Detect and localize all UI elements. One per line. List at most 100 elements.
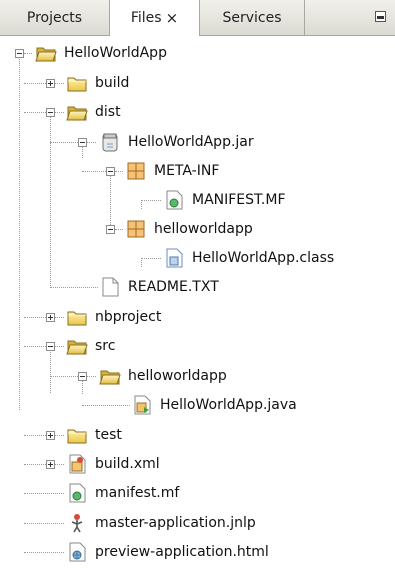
tab-files[interactable]: Files × xyxy=(110,0,200,36)
tree-guide-line xyxy=(55,83,64,84)
tree-guide-line xyxy=(141,200,161,201)
tree-node-class-file[interactable]: HelloWorldApp.class xyxy=(0,245,395,271)
tree-label: master-application.jnlp xyxy=(95,515,256,531)
close-icon[interactable]: × xyxy=(166,9,179,27)
tree-guide-line xyxy=(115,229,123,230)
tree-node-test-folder[interactable]: test xyxy=(0,422,395,448)
tree-label: helloworldapp xyxy=(154,221,253,237)
tree-label: HelloWorldApp xyxy=(64,45,167,61)
tree-label: HelloWorldApp.class xyxy=(192,250,335,266)
tree-guide-line xyxy=(24,53,32,54)
tree-guide-line xyxy=(24,83,46,84)
tree-guide-line xyxy=(24,464,46,465)
tree-node-meta-inf-package[interactable]: META-INF xyxy=(0,158,395,184)
tree-node-nbproject-folder[interactable]: nbproject xyxy=(0,304,395,330)
folder-icon xyxy=(67,429,87,444)
tree-guide-line xyxy=(50,287,98,288)
open-folder-icon xyxy=(99,370,121,385)
collapse-icon[interactable] xyxy=(106,167,115,176)
open-folder-icon xyxy=(66,106,88,121)
tree-guide-line xyxy=(55,346,64,347)
collapse-icon[interactable] xyxy=(106,225,115,234)
expand-icon[interactable] xyxy=(46,460,55,469)
tree-guide-line xyxy=(24,112,46,113)
tree-guide-line xyxy=(141,258,161,259)
tree-node-helloworldapp-package[interactable]: helloworldapp xyxy=(0,216,395,242)
jnlp-icon xyxy=(71,514,83,533)
tree-label: MANIFEST.MF xyxy=(192,192,286,208)
package-icon xyxy=(127,162,145,180)
tree-guide-line xyxy=(50,376,78,377)
explorer-tab-bar: Projects Files × Services xyxy=(0,0,395,36)
tab-files-label: Files xyxy=(130,10,162,26)
tree-guide-line xyxy=(24,346,46,347)
collapse-icon[interactable] xyxy=(15,49,24,58)
tree-node-manifest-mf-file[interactable]: MANIFEST.MF xyxy=(0,187,395,213)
manifest-icon xyxy=(166,190,183,210)
ant-build-icon xyxy=(69,454,86,474)
collapse-icon[interactable] xyxy=(46,108,55,117)
collapse-icon[interactable] xyxy=(78,372,87,381)
java-file-icon xyxy=(134,395,151,415)
tree-node-build-folder[interactable]: build xyxy=(0,70,395,96)
file-tree: HelloWorldApp build dist HelloWorldApp.j… xyxy=(0,36,395,572)
tree-guide-line xyxy=(87,376,96,377)
html-file-icon xyxy=(69,542,86,562)
tree-label: build xyxy=(95,75,130,91)
tree-guide-line xyxy=(82,405,130,406)
tree-node-jar-file[interactable]: HelloWorldApp.jar xyxy=(0,129,395,155)
tab-services-label: Services xyxy=(222,9,282,26)
tab-projects-label: Projects xyxy=(26,9,83,26)
tree-node-src-folder[interactable]: src xyxy=(0,333,395,359)
open-folder-icon xyxy=(35,47,57,62)
collapse-icon[interactable] xyxy=(78,138,87,147)
tree-label: preview-application.html xyxy=(95,544,269,560)
tree-guide-line xyxy=(24,552,64,553)
tab-services[interactable]: Services xyxy=(200,0,305,35)
expand-icon[interactable] xyxy=(46,79,55,88)
tree-label: build.xml xyxy=(95,456,160,472)
tree-guide-line xyxy=(24,435,46,436)
minimize-window-button[interactable] xyxy=(375,11,386,22)
tree-guide-line xyxy=(115,171,123,172)
expand-icon[interactable] xyxy=(46,431,55,440)
tree-guide-line xyxy=(55,435,64,436)
tab-projects[interactable]: Projects xyxy=(0,0,110,35)
tree-node-jnlp-file[interactable]: master-application.jnlp xyxy=(0,510,395,536)
tree-guide-line xyxy=(82,171,106,172)
class-file-icon xyxy=(166,248,183,268)
collapse-icon[interactable] xyxy=(46,342,55,351)
jar-icon xyxy=(102,133,118,152)
tree-label: src xyxy=(95,338,116,354)
tree-node-src-helloworldapp-folder[interactable]: helloworldapp xyxy=(0,363,395,389)
tree-guide-line xyxy=(24,493,64,494)
package-icon xyxy=(127,220,145,238)
folder-icon xyxy=(67,311,87,326)
text-file-icon xyxy=(102,277,119,297)
tree-node-manifest-file[interactable]: manifest.mf xyxy=(0,480,395,506)
tree-node-project-root[interactable]: HelloWorldApp xyxy=(0,40,395,66)
tree-node-readme-file[interactable]: README.TXT xyxy=(0,274,395,300)
tree-label: nbproject xyxy=(95,309,162,325)
tree-guide-line xyxy=(24,523,64,524)
tree-label: README.TXT xyxy=(128,279,219,295)
folder-icon xyxy=(67,77,87,92)
tree-label: HelloWorldApp.java xyxy=(160,397,297,413)
tree-node-java-file[interactable]: HelloWorldApp.java xyxy=(0,392,395,418)
tree-label: HelloWorldApp.jar xyxy=(128,134,254,150)
tree-label: manifest.mf xyxy=(95,485,180,501)
tree-guide-line xyxy=(55,112,64,113)
tree-label: dist xyxy=(95,104,121,120)
expand-icon[interactable] xyxy=(46,313,55,322)
tree-label: test xyxy=(95,427,122,443)
tree-guide-line xyxy=(55,464,64,465)
tree-guide-line xyxy=(87,142,96,143)
tree-label: helloworldapp xyxy=(128,368,227,384)
tree-guide-line xyxy=(55,317,64,318)
tree-guide-line xyxy=(24,317,46,318)
manifest-icon xyxy=(69,483,86,503)
tree-node-html-file[interactable]: preview-application.html xyxy=(0,539,395,565)
tree-node-dist-folder[interactable]: dist xyxy=(0,99,395,125)
tree-node-build-xml-file[interactable]: build.xml xyxy=(0,451,395,477)
open-folder-icon xyxy=(66,340,88,355)
